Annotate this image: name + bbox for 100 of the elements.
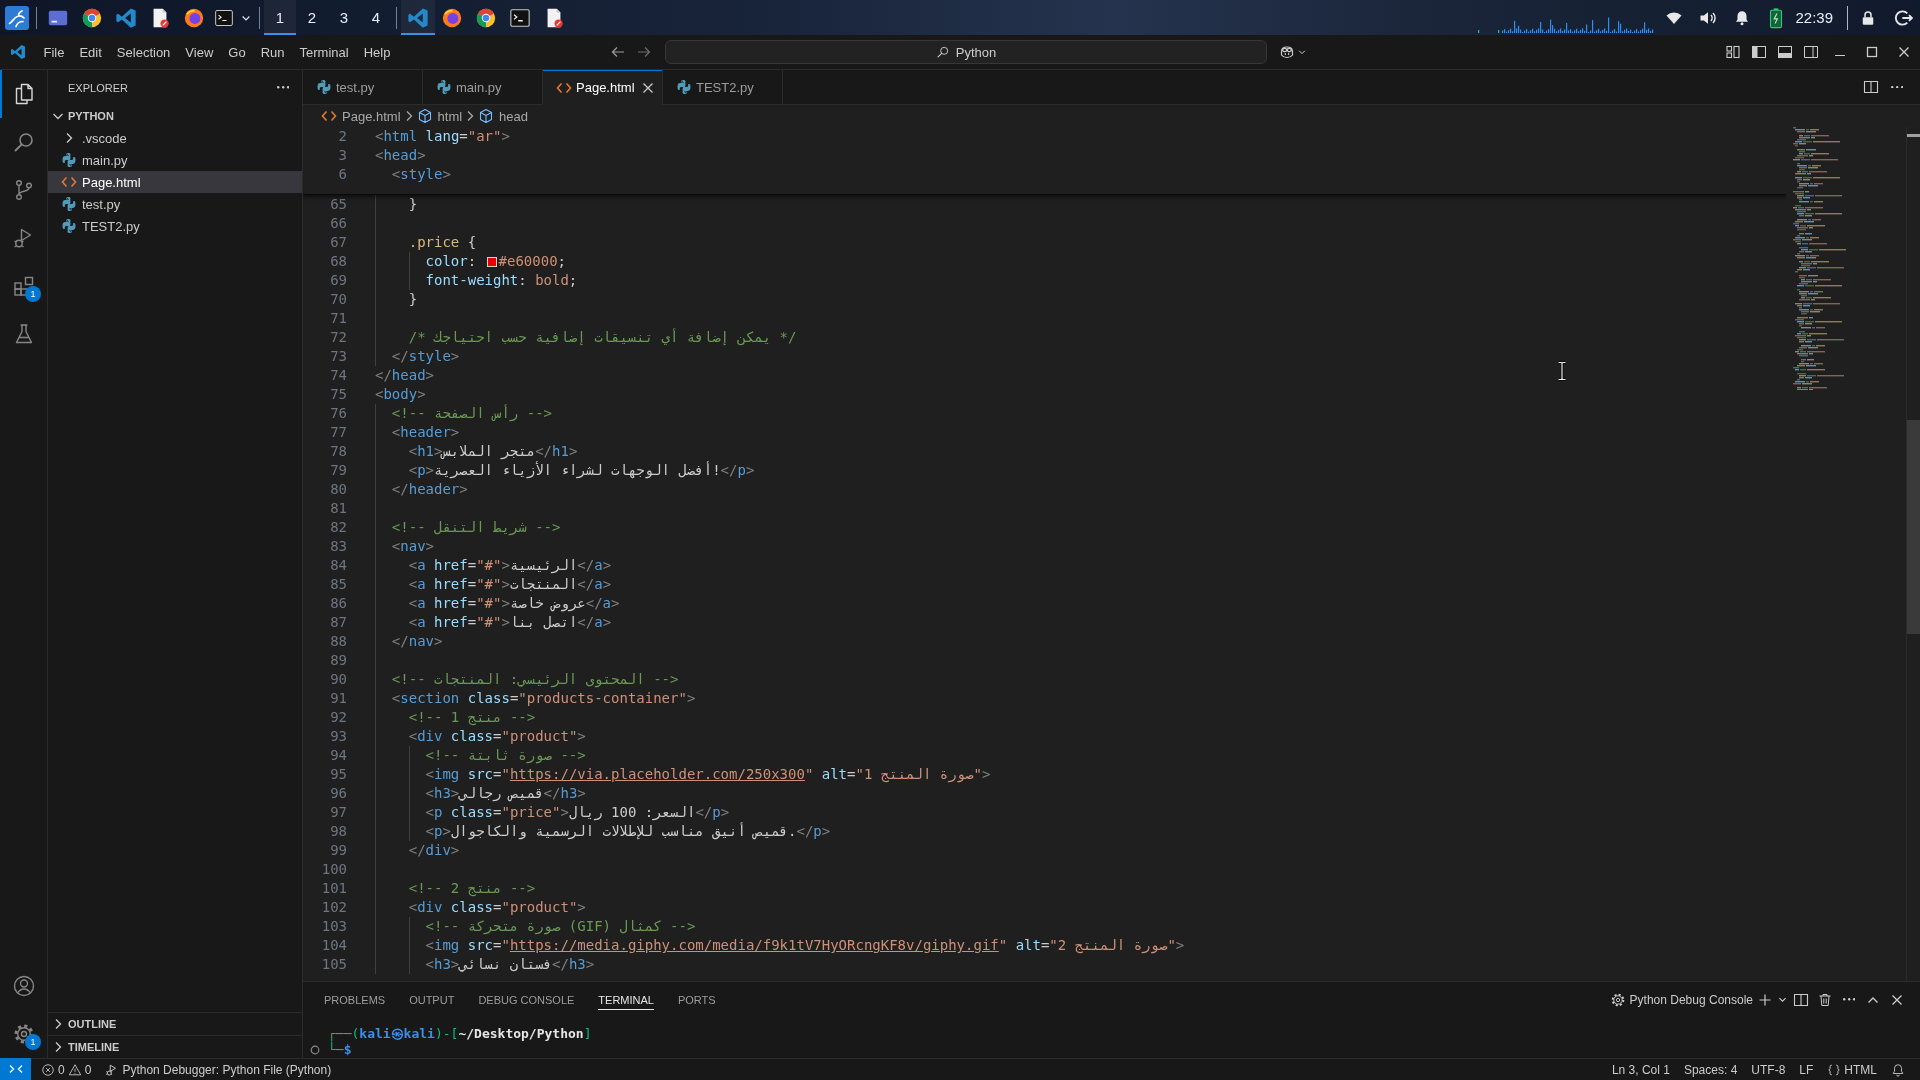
breadcrumb-item[interactable]: head [478,108,529,124]
line-number: 98 [329,822,347,841]
code-text: <!-- صورة ثابتة --> [425,747,586,763]
line-number: 80 [329,480,347,499]
panel-tab[interactable]: DEBUG CONSOLE [466,982,587,1017]
code-text: <!-- منتج 1 --> [408,709,536,725]
tree-item[interactable]: TEST2.py [48,215,302,237]
python-file-icon [61,196,77,212]
browser-icon [81,6,103,29]
extensions-button[interactable]: 1 [0,262,47,310]
line-number: 79 [329,461,347,480]
section-header[interactable]: TIMELINE [48,1036,302,1058]
more-icon [1890,85,1904,89]
editor-tab[interactable]: Page.html [543,70,663,105]
line-number: 77 [329,423,347,442]
status-item[interactable]: Ln 3, Col 1 [1604,1059,1677,1080]
line-number: 84 [329,556,347,575]
code-text: <div class="product"> [408,728,586,744]
url-link[interactable]: https://via.placeholder.com/250x300 [509,766,805,782]
line-number: 72 [329,328,347,347]
menu-item[interactable]: Edit [71,40,110,64]
line-number: 99 [329,841,347,860]
code-text: <nav> [391,538,434,554]
menu-item[interactable]: Run [253,40,292,64]
workspace-button[interactable]: 3 [328,0,360,35]
tree-item[interactable]: test.py [48,193,302,215]
line-number: 89 [329,651,347,670]
code-text: <header> [391,424,460,440]
remote-button[interactable] [0,1058,31,1080]
folder-item[interactable]: .vscode [48,127,302,149]
section-header[interactable]: PYTHON [48,105,302,127]
code-text: #e60000; [498,253,567,269]
code-text: <!-- صورة متحركة (GIF) كمثال --> [425,918,696,934]
robot-icon [1279,44,1295,60]
line-number: 71 [329,309,347,328]
code-text: } [408,196,418,212]
code-text: <!-- المحتوى الرئيسي: المنتجات --> [391,671,679,687]
notification-badge: 1 [25,286,41,302]
html-file-icon [61,174,77,190]
section-header[interactable]: OUTLINE [48,1013,302,1035]
line-number: 103 [320,917,347,936]
secondary-sidebar-icon [1803,44,1819,60]
workspace-button[interactable]: 1 [264,0,296,35]
code-text: </style> [391,348,460,364]
line-number: 6 [337,165,347,184]
status-item[interactable]: LF [1792,1059,1821,1080]
line-number: 69 [329,271,347,290]
python-file-icon [676,79,692,95]
breadcrumb-item[interactable]: html [416,108,463,124]
code-text: <div class="product"> [408,899,586,915]
scrollbar-thumb[interactable] [1907,420,1920,634]
menu-item[interactable]: Selection [109,40,178,64]
line-number: 81 [329,499,347,518]
cube-icon [478,108,495,124]
error-icon [41,1062,55,1077]
breadcrumb-item[interactable]: Page.html [321,108,401,124]
tree-item[interactable]: Page.html [48,171,302,193]
panel-tab[interactable]: TERMINAL [586,982,666,1017]
overview-ruler-mark [1907,134,1920,137]
tree-item[interactable]: main.py [48,149,302,171]
maximize-icon [1864,44,1880,60]
debug-config-button[interactable]: Python Debugger: Python File (Python) [98,1059,339,1080]
menu-item[interactable]: Terminal [292,40,357,64]
command-center[interactable]: Python [665,40,1267,64]
manage-button[interactable]: 1 [0,1010,47,1058]
line-number: 65 [329,195,347,214]
terminal-selector[interactable]: Python Debug Console [1609,988,1753,1011]
status-item[interactable]: UTF-8 [1744,1059,1793,1080]
terminal-line: └─$ [328,1042,352,1058]
menu-item[interactable]: Go [220,40,254,64]
panel-tab[interactable]: PROBLEMS [312,982,398,1017]
code-text: <body> [375,386,426,402]
notification-badge: 1 [25,1034,41,1050]
minimize-icon [1835,54,1845,57]
panel-tab[interactable]: OUTPUT [397,982,467,1017]
url-link[interactable]: https://media.giphy.com/media/f9k1tV7HyORcngKF8v/giphy.gif [509,937,999,953]
line-number: 95 [329,765,347,784]
gear-icon [1609,991,1626,1008]
browser-icon [475,6,497,29]
code-text: <section class="products-container"> [391,690,696,706]
line-number: 78 [329,442,347,461]
problems-button[interactable]: 0 0 [34,1059,99,1080]
terminal-icon [214,7,234,28]
line-number: 68 [329,252,347,271]
line-number: 75 [329,385,347,404]
workspace-button[interactable]: 2 [296,0,328,35]
status-item[interactable]: HTML [1820,1059,1884,1080]
line-number: 92 [329,708,347,727]
line-number: 96 [329,784,347,803]
code-text: <!-- رأس الصفحة --> [391,405,552,421]
status-item[interactable]: Spaces: 4 [1676,1059,1745,1080]
menu-item[interactable]: File [36,40,72,64]
menu-item[interactable]: View [177,40,221,64]
line-number: 83 [329,537,347,556]
code-text: font-weight: bold; [425,272,578,288]
workspace-button[interactable]: 4 [360,0,392,35]
menu-item[interactable]: Help [356,40,398,64]
panel-tab[interactable]: PORTS [665,982,728,1017]
line-number: 70 [329,290,347,309]
caret-icon [1297,47,1307,57]
